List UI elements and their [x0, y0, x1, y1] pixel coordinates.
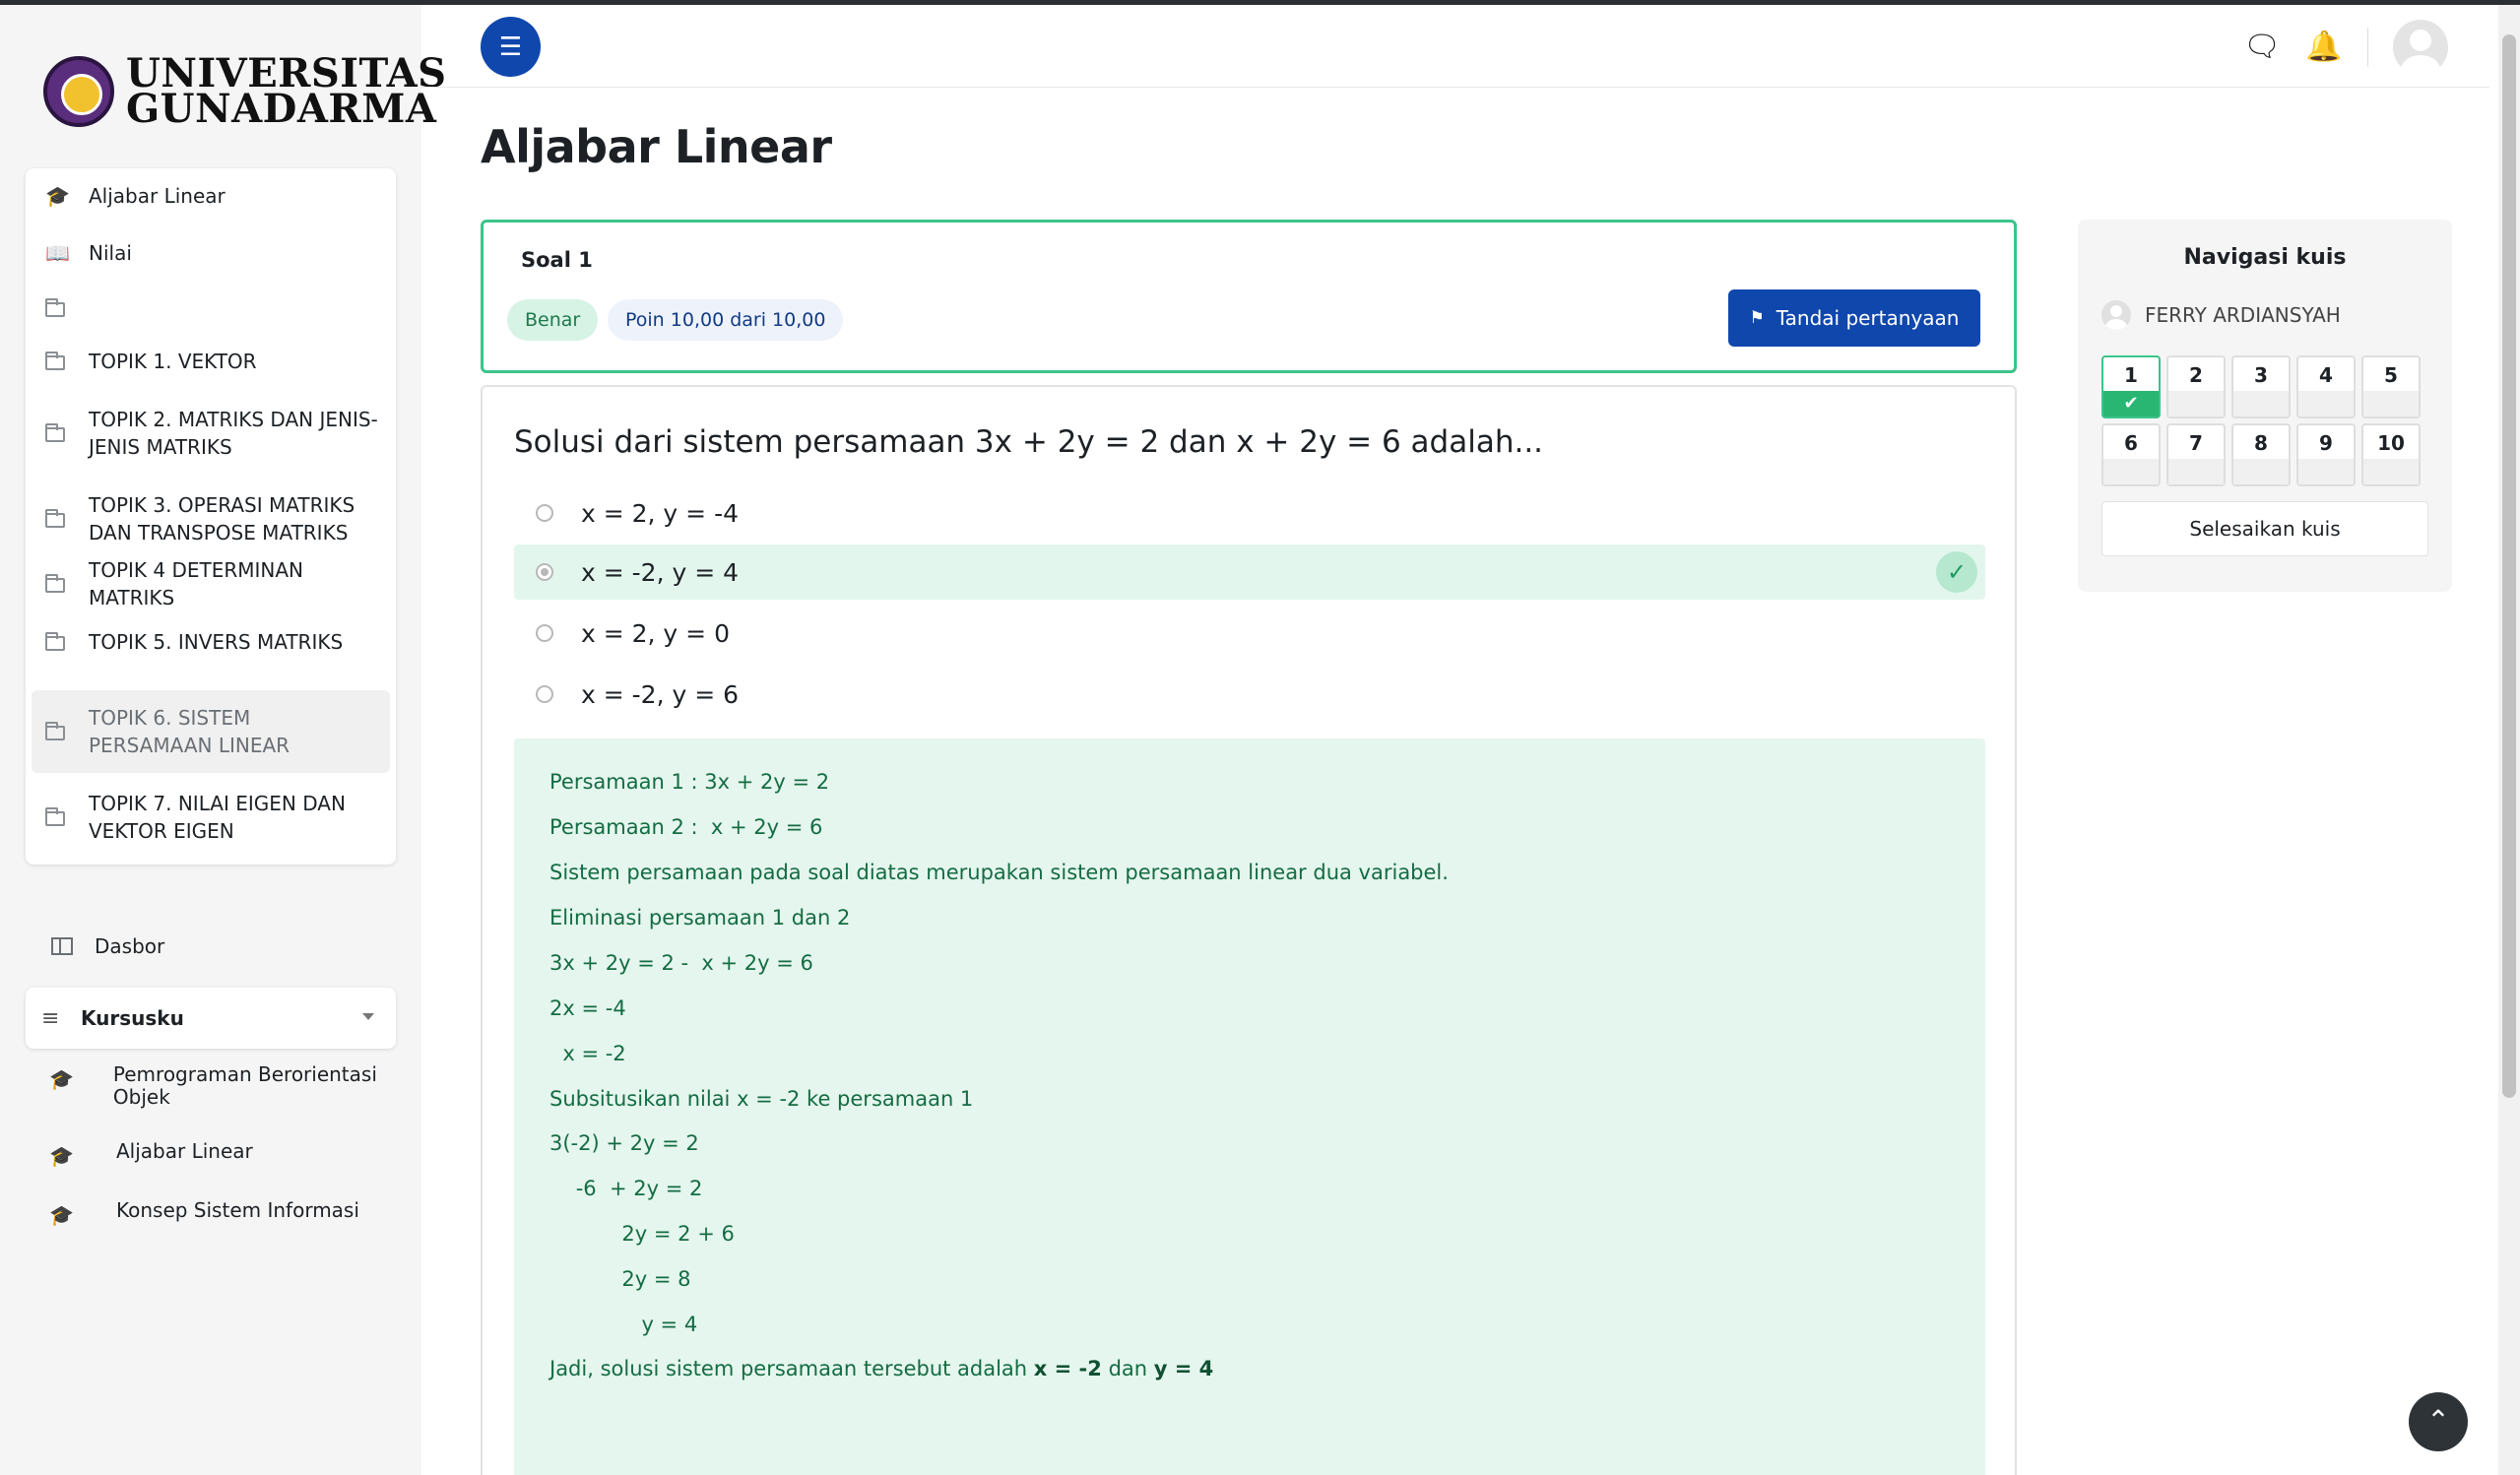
- answered-check-icon: ✔: [2103, 391, 2159, 417]
- course-nav-item-topik-7[interactable]: TOPIK 7. NILAI EIGEN DAN VEKTOR EIGEN: [26, 789, 396, 846]
- quiz-nav-question-4[interactable]: 4: [2296, 355, 2356, 418]
- feedback-line: Subsitusikan nilai x = -2 ke persamaan 1: [549, 1087, 974, 1111]
- back-to-top-button[interactable]: ⌃: [2409, 1392, 2468, 1451]
- course-nav-item-general[interactable]: [26, 287, 396, 330]
- points-badge: Poin 10,00 dari 10,00: [608, 299, 844, 341]
- chevron-up-icon: ⌃: [2426, 1404, 2450, 1437]
- book-icon: 📖: [45, 241, 70, 265]
- course-nav-item-topik-2[interactable]: TOPIK 2. MATRIKS DAN JENIS-JENIS MATRIKS: [26, 405, 396, 462]
- course-nav-item-aljabar-linear[interactable]: 🎓 Aljabar Linear: [26, 174, 396, 218]
- graduation-cap-icon: 🎓: [49, 1144, 74, 1168]
- quiz-nav-question-9[interactable]: 9: [2296, 423, 2356, 486]
- my-course-pbo[interactable]: 🎓 Pemrograman Berorientasi Objek: [49, 1063, 404, 1109]
- feedback-line: Persamaan 1 : 3x + 2y = 2: [549, 770, 830, 794]
- quiz-navigation: Navigasi kuis FERRY ARDIANSYAH 1 ✔ 2 3 4 …: [2078, 220, 2452, 592]
- list-icon: ≡: [41, 1005, 60, 1031]
- quiz-nav-question-5[interactable]: 5: [2361, 355, 2421, 418]
- university-seal-icon: [43, 56, 114, 127]
- left-sidebar: UNIVERSITAS GUNADARMA 🎓 Aljabar Linear 📖…: [0, 5, 446, 1475]
- university-logo[interactable]: UNIVERSITAS GUNADARMA: [43, 50, 447, 132]
- page-scrollbar[interactable]: [2498, 5, 2520, 1475]
- folder-icon: [45, 807, 69, 827]
- answer-radio-selected[interactable]: [536, 563, 553, 581]
- feedback-line: Eliminasi persamaan 1 dan 2: [549, 906, 851, 930]
- general-feedback: Persamaan 1 : 3x + 2y = 2 Persamaan 2 : …: [514, 738, 1985, 1475]
- course-nav-item-topik-4[interactable]: TOPIK 4 DETERMINAN MATRIKS: [26, 558, 396, 609]
- feedback-line: 2y = 8: [549, 1267, 691, 1291]
- quiz-nav-question-8[interactable]: 8: [2231, 423, 2291, 486]
- folder-icon: [45, 298, 69, 318]
- bell-icon[interactable]: 🔔: [2305, 30, 2342, 65]
- feedback-line: 3x + 2y = 2 - x + 2y = 6: [549, 951, 813, 975]
- quiz-nav-question-2[interactable]: 2: [2166, 355, 2226, 418]
- feedback-line: 2y = 2 + 6: [549, 1222, 735, 1246]
- finish-quiz-button[interactable]: Selesaikan kuis: [2101, 501, 2428, 556]
- scrollbar-thumb[interactable]: [2502, 34, 2516, 1098]
- kursusku-dropdown[interactable]: ≡ Kursusku: [26, 988, 396, 1049]
- user-avatar-small: [2101, 300, 2131, 330]
- header-divider: [421, 87, 2489, 88]
- sidebar-toggle-button[interactable]: ☰: [481, 17, 541, 77]
- flag-question-button[interactable]: ⚑ Tandai pertanyaan: [1728, 289, 1980, 347]
- answer-radio[interactable]: [536, 685, 553, 703]
- question-text: Solusi dari sistem persamaan 3x + 2y = 2…: [514, 424, 1544, 460]
- feedback-line: 2x = -4: [549, 996, 626, 1020]
- answer-radio[interactable]: [536, 624, 553, 642]
- logo-text: UNIVERSITAS GUNADARMA: [126, 50, 447, 132]
- status-badge: Benar: [507, 299, 599, 341]
- graduation-cap-icon: 🎓: [45, 184, 70, 208]
- answer-option[interactable]: x = 2, y = 0: [514, 606, 1985, 661]
- question-content: Solusi dari sistem persamaan 3x + 2y = 2…: [481, 385, 2017, 1475]
- page-title: Aljabar Linear: [481, 120, 832, 173]
- quiz-nav-question-10[interactable]: 10: [2361, 423, 2421, 486]
- feedback-line: Persamaan 2 : x + 2y = 6: [549, 815, 823, 839]
- feedback-line: Sistem persamaan pada soal diatas merupa…: [549, 861, 1449, 884]
- graduation-cap-icon: 🎓: [49, 1203, 74, 1227]
- feedback-line: y = 4: [549, 1313, 698, 1336]
- answer-radio[interactable]: [536, 504, 553, 522]
- quiz-nav-question-6[interactable]: 6: [2101, 423, 2161, 486]
- dasbor-link[interactable]: Dasbor: [51, 934, 164, 958]
- quiz-nav-title: Navigasi kuis: [2183, 245, 2347, 270]
- course-nav-item-nilai[interactable]: 📖 Nilai: [26, 231, 396, 275]
- feedback-line: x = -2: [549, 1042, 626, 1065]
- feedback-conclusion: Jadi, solusi sistem persamaan tersebut a…: [549, 1357, 1214, 1380]
- dashboard-icon: [51, 937, 73, 955]
- feedback-line: -6 + 2y = 2: [549, 1177, 703, 1200]
- folder-icon: [45, 574, 69, 594]
- course-nav-item-topik-3[interactable]: TOPIK 3. OPERASI MATRIKS DAN TRANSPOSE M…: [26, 490, 396, 547]
- flag-icon: ⚑: [1749, 308, 1765, 328]
- chevron-down-icon: [362, 1013, 374, 1020]
- course-nav-item-topik-1[interactable]: TOPIK 1. VEKTOR: [26, 340, 396, 383]
- quiz-nav-question-3[interactable]: 3: [2231, 355, 2291, 418]
- question-number: Soal 1: [521, 248, 593, 272]
- answer-option[interactable]: x = -2, y = 6: [514, 667, 1985, 722]
- correct-check-icon: ✓: [1936, 551, 1977, 593]
- course-index: 🎓 Aljabar Linear 📖 Nilai TOPIK 1. VEKTOR…: [26, 168, 396, 865]
- quiz-nav-question-7[interactable]: 7: [2166, 423, 2226, 486]
- question-info-box: Soal 1 Benar Poin 10,00 dari 10,00 ⚑ Tan…: [481, 220, 2017, 373]
- quiz-nav-user: FERRY ARDIANSYAH: [2101, 300, 2341, 330]
- user-avatar[interactable]: [2393, 20, 2448, 75]
- folder-icon: [45, 352, 69, 371]
- header-separator: [2367, 28, 2368, 67]
- menu-collapse-icon: ☰: [498, 32, 523, 62]
- feedback-line: 3(-2) + 2y = 2: [549, 1131, 699, 1155]
- quiz-nav-question-1[interactable]: 1 ✔: [2101, 355, 2161, 418]
- course-nav-item-topik-5[interactable]: TOPIK 5. INVERS MATRIKS: [26, 620, 396, 664]
- folder-icon: [45, 722, 69, 741]
- my-course-ksi[interactable]: 🎓 Konsep Sistem Informasi: [49, 1199, 404, 1228]
- answer-option-correct[interactable]: x = -2, y = 4 ✓: [514, 545, 1985, 600]
- folder-icon: [45, 423, 69, 443]
- answer-option[interactable]: x = 2, y = -4: [514, 485, 1985, 541]
- graduation-cap-icon: 🎓: [49, 1067, 74, 1091]
- messages-icon[interactable]: 🗨: [2243, 30, 2281, 65]
- folder-icon: [45, 509, 69, 529]
- my-course-aljabar-linear[interactable]: 🎓 Aljabar Linear: [49, 1140, 404, 1169]
- course-nav-item-topik-6[interactable]: TOPIK 6. SISTEM PERSAMAAN LINEAR: [32, 690, 390, 773]
- folder-icon: [45, 632, 69, 652]
